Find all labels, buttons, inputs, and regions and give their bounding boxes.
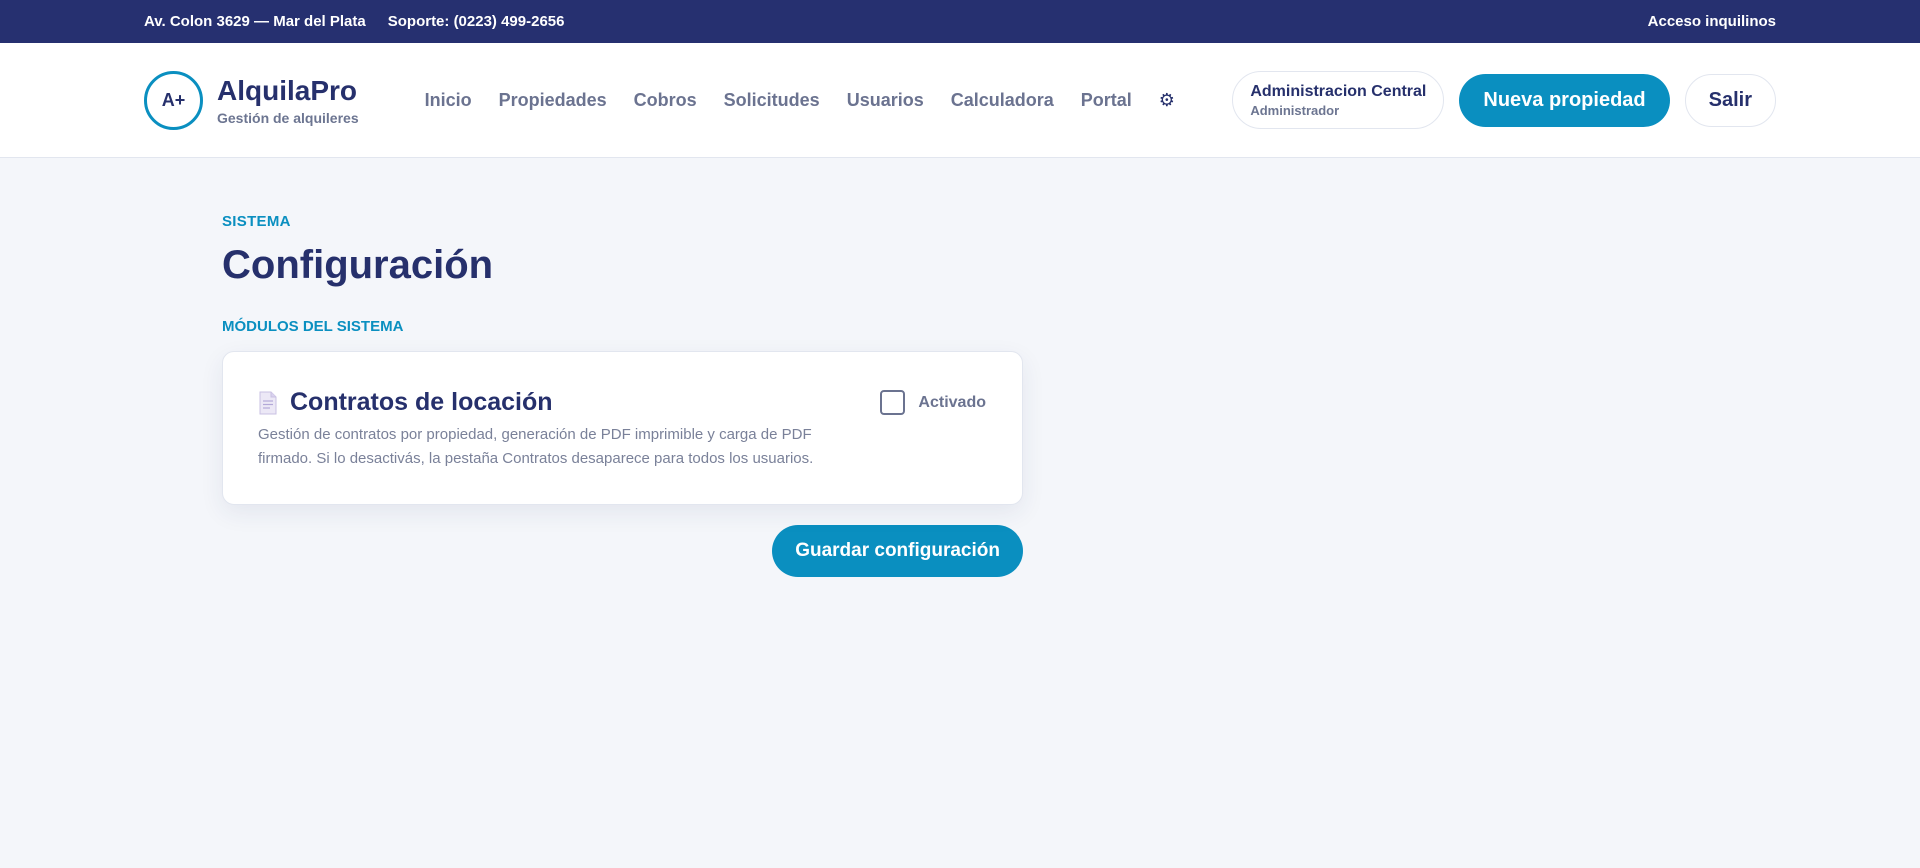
nav-item-propiedades[interactable]: Propiedades [499,90,607,111]
user-badge[interactable]: Administracion Central Administrador [1232,71,1445,129]
module-enable-toggle[interactable]: Activado [880,390,986,415]
tenant-access-link[interactable]: Acceso inquilinos [1648,13,1776,30]
page-title: Configuración [222,243,494,287]
address-text: Av. Colon 3629 — Mar del Plata [144,13,366,30]
brand[interactable]: A+ AlquilaPro Gestión de alquileres [144,70,359,130]
user-role: Administrador [1250,102,1340,118]
module-header: Contratos de locación [258,388,987,417]
nav-item-usuarios[interactable]: Usuarios [847,90,924,111]
main-header: A+ AlquilaPro Gestión de alquileres Inic… [0,43,1920,158]
modules-section-label: MÓDULOS DEL SISTEMA [222,318,404,335]
support-phone: Soporte: (0223) 499-2656 [387,13,565,30]
main-nav: Inicio Propiedades Cobros Solicitudes Us… [425,90,1175,111]
save-row: Guardar configuración [222,525,1023,577]
brand-name: AlquilaPro [217,74,358,106]
contact-info: Av. Colon 3629 — Mar del Plata Soporte: … [144,13,564,30]
module-description: Gestión de contratos por propiedad, gene… [258,426,814,467]
nav-item-inicio[interactable]: Inicio [425,90,472,111]
save-settings-button[interactable]: Guardar configuración [772,525,1023,577]
enabled-checkbox[interactable] [880,390,906,415]
nav-item-calculadora[interactable]: Calculadora [951,90,1054,111]
nav-item-cobros[interactable]: Cobros [634,90,697,111]
section-eyebrow: SISTEMA [222,213,291,230]
nav-item-portal[interactable]: Portal [1081,90,1132,111]
main-content: SISTEMA Configuración MÓDULOS DEL SISTEM… [0,158,1920,577]
gear-icon[interactable]: ⚙ [1159,90,1175,111]
brand-text: AlquilaPro Gestión de alquileres [217,75,359,126]
user-name: Administracion Central [1250,82,1427,100]
logo-badge: A+ [144,70,203,130]
document-icon [258,391,278,415]
module-title: Contratos de locación [290,388,553,416]
logout-button[interactable]: Salir [1684,73,1776,127]
new-property-button[interactable]: Nueva propiedad [1459,73,1670,127]
header-actions: Administracion Central Administrador Nue… [1232,71,1776,129]
enabled-label: Activado [918,393,986,411]
module-card-contracts: Contratos de locación Gestión de contrat… [222,351,1023,505]
nav-item-solicitudes[interactable]: Solicitudes [724,90,820,111]
top-info-bar: Av. Colon 3629 — Mar del Plata Soporte: … [0,0,1920,43]
brand-tagline: Gestión de alquileres [217,109,359,126]
